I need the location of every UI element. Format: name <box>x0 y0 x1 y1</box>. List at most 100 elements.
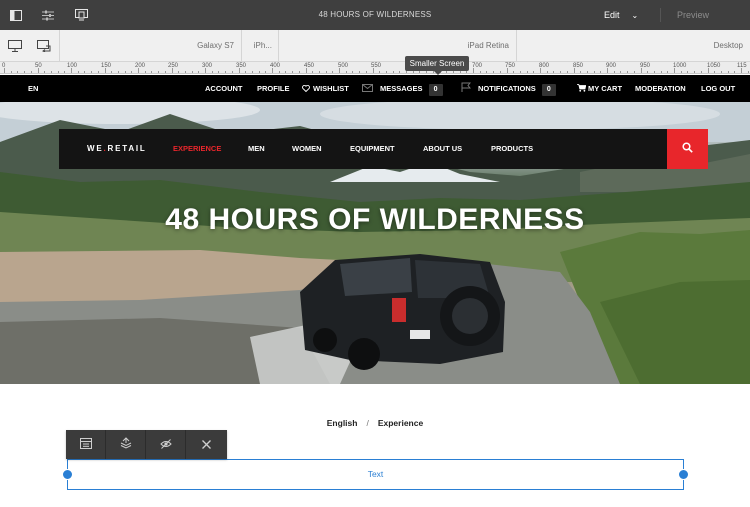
ruler-tick-line <box>586 71 588 73</box>
chevron-down-icon: ⌄ <box>631 10 639 20</box>
ruler-tick-line <box>91 71 93 73</box>
ruler-tick-line <box>57 71 59 73</box>
preview-button[interactable]: Preview <box>667 7 719 23</box>
utility-nav: EN ACCOUNT PROFILE WISHLIST MESSAGES 0 NO… <box>0 75 750 102</box>
ruler-tick-line <box>560 71 562 73</box>
ruler-tick-line <box>231 71 233 73</box>
hide-icon <box>159 436 172 454</box>
ruler-tick-line <box>620 71 622 73</box>
wishlist-link[interactable]: WISHLIST <box>302 75 349 103</box>
ruler-tick-line <box>473 68 474 73</box>
ruler-tick-line <box>24 71 26 73</box>
nav-item-products[interactable]: PRODUCTS <box>491 129 533 169</box>
hide-button[interactable] <box>146 430 186 459</box>
cart-label: MY CART <box>588 84 623 93</box>
ruler-tick-line <box>292 71 294 73</box>
ruler-tick-line <box>171 68 173 73</box>
ruler-tick: 250 <box>168 63 179 69</box>
ruler-tick-line <box>412 71 414 73</box>
language-selector[interactable]: EN <box>28 75 38 102</box>
ruler-tick-line <box>379 71 381 73</box>
ruler-tick-line <box>111 71 113 73</box>
ruler-tick-line <box>251 71 253 73</box>
editor-topbar: 48 HOURS OF WILDERNESS Edit ⌄ Preview <box>0 0 750 30</box>
notifications-link[interactable]: NOTIFICATIONS 0 <box>461 75 556 103</box>
text-component[interactable]: Text <box>67 459 684 490</box>
moderation-link[interactable]: MODERATION <box>635 75 686 102</box>
ruler-tick: 350 <box>236 63 247 69</box>
brand-part2: RETAIL <box>107 144 147 153</box>
rotate-device-icon[interactable] <box>37 39 51 53</box>
toggle-side-panel-icon[interactable] <box>8 7 24 23</box>
ruler-tick-line <box>399 71 401 73</box>
ruler-tick-line <box>392 71 394 73</box>
messages-link[interactable]: MESSAGES 0 <box>362 75 443 103</box>
resize-handle-left[interactable] <box>62 469 73 480</box>
search-icon <box>682 140 693 158</box>
ruler-tick-line <box>593 71 595 73</box>
page-properties-icon[interactable] <box>40 7 56 23</box>
ruler-tick-line <box>312 71 314 73</box>
nav-item-men[interactable]: MEN <box>248 129 265 169</box>
close-button[interactable] <box>186 430 226 459</box>
ruler-tick: 1050 <box>707 63 721 69</box>
ruler-tick-line <box>285 71 287 73</box>
ruler-tick-line <box>486 71 488 73</box>
account-link[interactable]: ACCOUNT <box>205 75 243 102</box>
device-desktop[interactable]: Desktop <box>517 30 747 62</box>
ruler-tick-line <box>627 71 629 73</box>
cart-link[interactable]: MY CART <box>577 75 622 103</box>
ruler-tick-line <box>124 71 126 73</box>
ruler-tick-line <box>506 68 508 73</box>
ruler-tick: 100 <box>67 63 78 69</box>
breadcrumb: English / Experience <box>0 418 750 428</box>
nav-item-experience[interactable]: EXPERIENCE <box>173 129 221 169</box>
nav-item-equipment[interactable]: EQUIPMENT <box>350 129 395 169</box>
ruler-tick-line <box>573 68 575 73</box>
device-iphone[interactable]: iPh... <box>242 30 276 62</box>
ruler-tick-line <box>138 68 139 73</box>
ruler-tick-line <box>660 71 662 73</box>
ruler-tick-line <box>238 68 240 73</box>
emulator-icon[interactable] <box>73 7 89 23</box>
ruler-tick-line <box>727 71 729 73</box>
breadcrumb-item[interactable]: English <box>327 418 358 428</box>
flag-icon <box>461 76 472 103</box>
nav-item-women[interactable]: WOMEN <box>292 129 322 169</box>
nav-item-about-us[interactable]: ABOUT US <box>423 129 462 169</box>
ruler-tick-line <box>332 71 334 73</box>
device-galaxy-s7[interactable]: Galaxy S7 <box>60 30 238 62</box>
ruler-tick-line <box>345 71 347 73</box>
mode-label: Edit <box>604 10 620 20</box>
profile-link[interactable]: PROFILE <box>257 75 290 102</box>
ruler-tick-line <box>104 68 106 73</box>
ruler-tick-line <box>84 71 86 73</box>
ruler-tick-line <box>352 71 354 73</box>
device-ipad-retina[interactable]: iPad Retina <box>279 30 513 62</box>
ruler-tick-line <box>553 71 555 73</box>
breadcrumb-separator: / <box>366 418 369 428</box>
breadcrumb-item[interactable]: Experience <box>378 418 423 428</box>
ruler-tick-line <box>71 68 72 73</box>
ruler-tick-line <box>700 71 702 73</box>
brand-logo[interactable]: WE.RETAIL <box>87 129 147 169</box>
ruler-tick-line <box>144 71 146 73</box>
ruler-tick-line <box>265 71 267 73</box>
desktop-icon[interactable] <box>8 39 22 52</box>
ruler-tick-line <box>747 71 749 73</box>
ruler-tick-line <box>633 71 635 73</box>
ruler-tick-line <box>640 68 642 73</box>
ruler-tick: 300 <box>202 63 213 69</box>
ruler-tick-line <box>339 68 340 73</box>
search-button[interactable] <box>667 129 708 169</box>
notifications-count-badge: 0 <box>541 84 556 96</box>
configure-button[interactable] <box>66 430 106 459</box>
ruler-tick-line <box>452 71 454 73</box>
logout-link[interactable]: LOG OUT <box>701 75 735 102</box>
ruler-tick-line <box>426 71 428 73</box>
resize-handle-right[interactable] <box>678 469 689 480</box>
mode-selector[interactable]: Edit ⌄ <box>604 7 638 23</box>
ruler-tick-line <box>298 71 300 73</box>
parent-button[interactable] <box>106 430 146 459</box>
ruler-tick-line <box>30 71 32 73</box>
